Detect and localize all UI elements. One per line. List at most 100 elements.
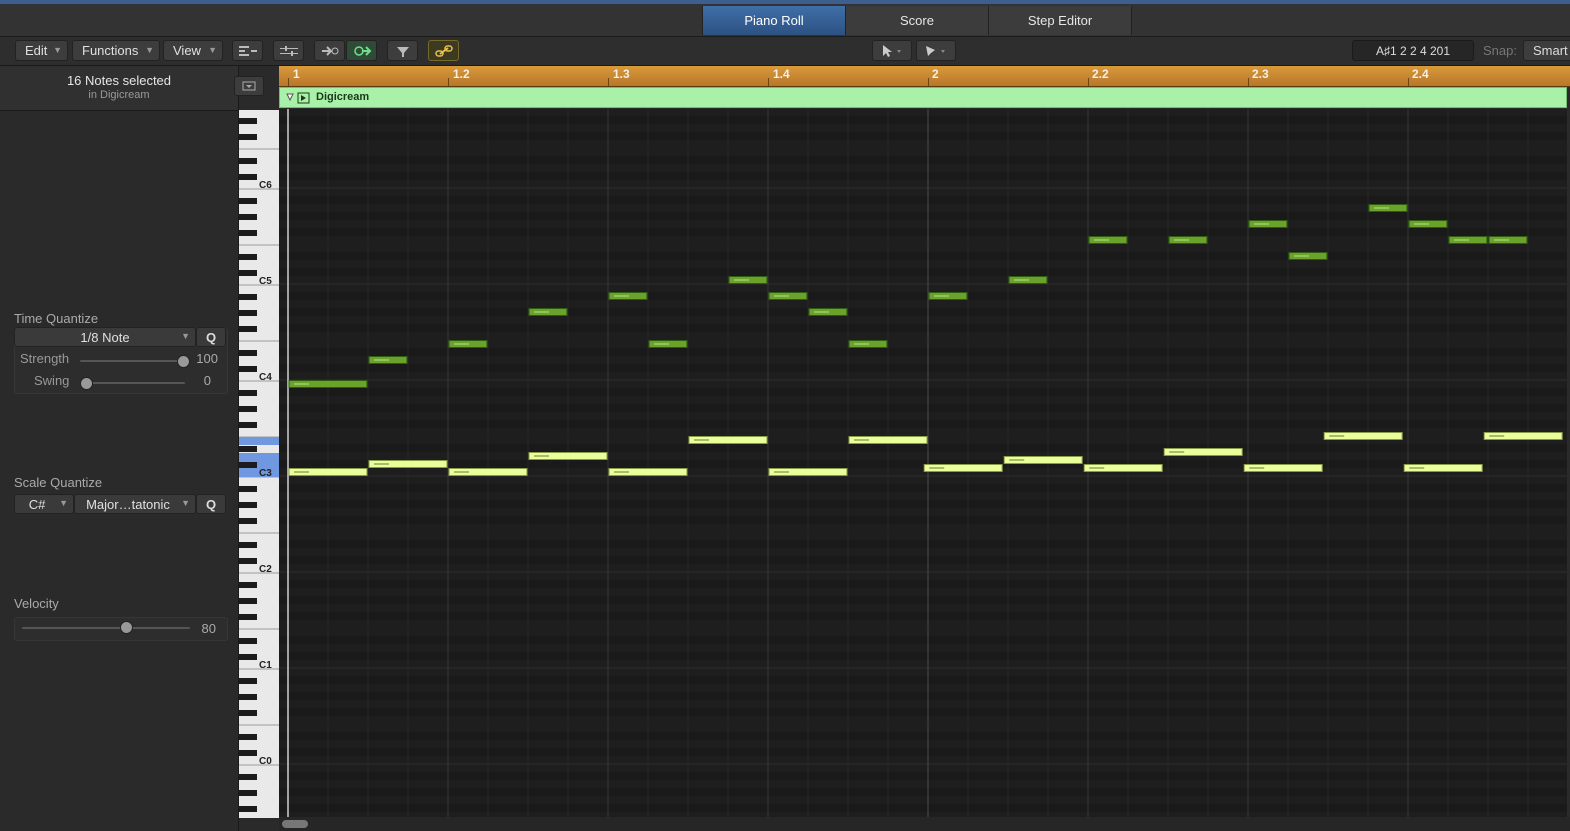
black-key[interactable]: [239, 486, 257, 492]
note[interactable]: [808, 308, 848, 316]
black-key[interactable]: [239, 390, 257, 396]
tab-step-editor[interactable]: Step Editor: [988, 6, 1132, 35]
black-key[interactable]: [239, 198, 257, 204]
swing-slider-track[interactable]: [80, 382, 185, 384]
note[interactable]: [1288, 252, 1328, 260]
collapse-mode-button[interactable]: [387, 40, 418, 61]
note-selected[interactable]: [848, 436, 928, 444]
note[interactable]: [848, 340, 888, 348]
functions-menu[interactable]: Functions ▼: [72, 40, 160, 61]
note[interactable]: [728, 276, 768, 284]
black-key[interactable]: [239, 710, 257, 716]
black-key[interactable]: [239, 446, 257, 452]
note-selected[interactable]: [288, 468, 368, 476]
note[interactable]: [1008, 276, 1048, 284]
note[interactable]: [768, 292, 808, 300]
black-key[interactable]: [239, 542, 257, 548]
note[interactable]: [1088, 236, 1128, 244]
note-grid[interactable]: [279, 109, 1567, 817]
note[interactable]: [1488, 236, 1528, 244]
piano-keyboard[interactable]: C6 C5 C4 C3 C2 C1 C0: [239, 110, 279, 818]
note-selected[interactable]: [768, 468, 848, 476]
note-grid-canvas[interactable]: [279, 109, 1567, 817]
note-selected[interactable]: [368, 460, 448, 468]
black-key[interactable]: [239, 118, 257, 124]
scale-quantize-q-button[interactable]: Q: [196, 494, 226, 514]
midi-draw-button[interactable]: [273, 40, 304, 61]
black-key[interactable]: [239, 158, 257, 164]
black-key[interactable]: [239, 678, 257, 684]
edit-menu[interactable]: Edit ▼: [15, 40, 68, 61]
black-key[interactable]: [239, 734, 257, 740]
note-selected[interactable]: [448, 468, 528, 476]
note[interactable]: [1368, 204, 1408, 212]
inspector-options-button[interactable]: [234, 76, 264, 96]
black-key[interactable]: [239, 294, 257, 300]
bar-ruler[interactable]: 1 1.2 1.3 1.4 2 2.2 2.3 2.4: [279, 66, 1570, 87]
black-key[interactable]: [239, 366, 257, 372]
velocity-slider-knob[interactable]: [120, 621, 133, 634]
black-key[interactable]: [239, 422, 257, 428]
view-menu[interactable]: View ▼: [163, 40, 223, 61]
left-click-tool-menu[interactable]: [872, 40, 912, 61]
note-selected[interactable]: [1483, 432, 1563, 440]
note-selected[interactable]: [1003, 456, 1083, 464]
scrollbar-thumb[interactable]: [282, 820, 308, 828]
time-quantize-dropdown[interactable]: 1/8 Note ▼: [14, 327, 196, 347]
link-button[interactable]: [428, 40, 459, 61]
note[interactable]: [1168, 236, 1208, 244]
piano-keys[interactable]: C6 C5 C4 C3 C2 C1 C0: [239, 110, 279, 818]
note[interactable]: [608, 292, 648, 300]
command-click-tool-menu[interactable]: [916, 40, 956, 61]
note[interactable]: [928, 292, 968, 300]
black-key[interactable]: [239, 326, 257, 332]
note[interactable]: [1408, 220, 1448, 228]
velocity-slider-track[interactable]: [22, 627, 190, 629]
black-key[interactable]: [239, 134, 257, 140]
note-selected[interactable]: [1323, 432, 1403, 440]
black-key[interactable]: [239, 518, 257, 524]
note[interactable]: [528, 308, 568, 316]
note[interactable]: [288, 380, 368, 388]
black-key[interactable]: [239, 310, 257, 316]
snap-menu[interactable]: Smart: [1523, 40, 1570, 61]
black-key[interactable]: [239, 214, 257, 220]
horizontal-scrollbar[interactable]: [279, 817, 1570, 831]
note[interactable]: [368, 356, 408, 364]
strength-slider-track[interactable]: [80, 360, 185, 362]
local-inspector-button[interactable]: [232, 40, 263, 61]
midi-in-button[interactable]: [314, 40, 345, 61]
black-key[interactable]: [239, 462, 257, 468]
black-key[interactable]: [239, 694, 257, 700]
note[interactable]: [1448, 236, 1488, 244]
note-selected[interactable]: [1243, 464, 1323, 472]
black-key[interactable]: [239, 790, 257, 796]
black-key[interactable]: [239, 270, 257, 276]
note-selected[interactable]: [608, 468, 688, 476]
tab-piano-roll[interactable]: Piano Roll: [702, 6, 846, 35]
tab-score[interactable]: Score: [845, 6, 989, 35]
midi-out-button[interactable]: [346, 40, 377, 61]
note-selected[interactable]: [528, 452, 608, 460]
time-quantize-q-button[interactable]: Q: [196, 327, 226, 347]
black-key[interactable]: [239, 350, 257, 356]
black-key[interactable]: [239, 806, 257, 812]
scale-root-dropdown[interactable]: C# ▼: [14, 494, 74, 514]
black-key[interactable]: [239, 774, 257, 780]
black-key[interactable]: [239, 174, 257, 180]
black-key[interactable]: [239, 254, 257, 260]
note-selected[interactable]: [1083, 464, 1163, 472]
black-key[interactable]: [239, 750, 257, 756]
black-key[interactable]: [239, 614, 257, 620]
black-key[interactable]: [239, 558, 257, 564]
black-key[interactable]: [239, 230, 257, 236]
black-key[interactable]: [239, 598, 257, 604]
note-selected[interactable]: [1403, 464, 1483, 472]
swing-slider-knob[interactable]: [80, 377, 93, 390]
note-selected[interactable]: [923, 464, 1003, 472]
region-header[interactable]: Digicream: [279, 87, 1567, 108]
black-key[interactable]: [239, 638, 257, 644]
black-key[interactable]: [239, 582, 257, 588]
black-key[interactable]: [239, 654, 257, 660]
black-key[interactable]: [239, 502, 257, 508]
